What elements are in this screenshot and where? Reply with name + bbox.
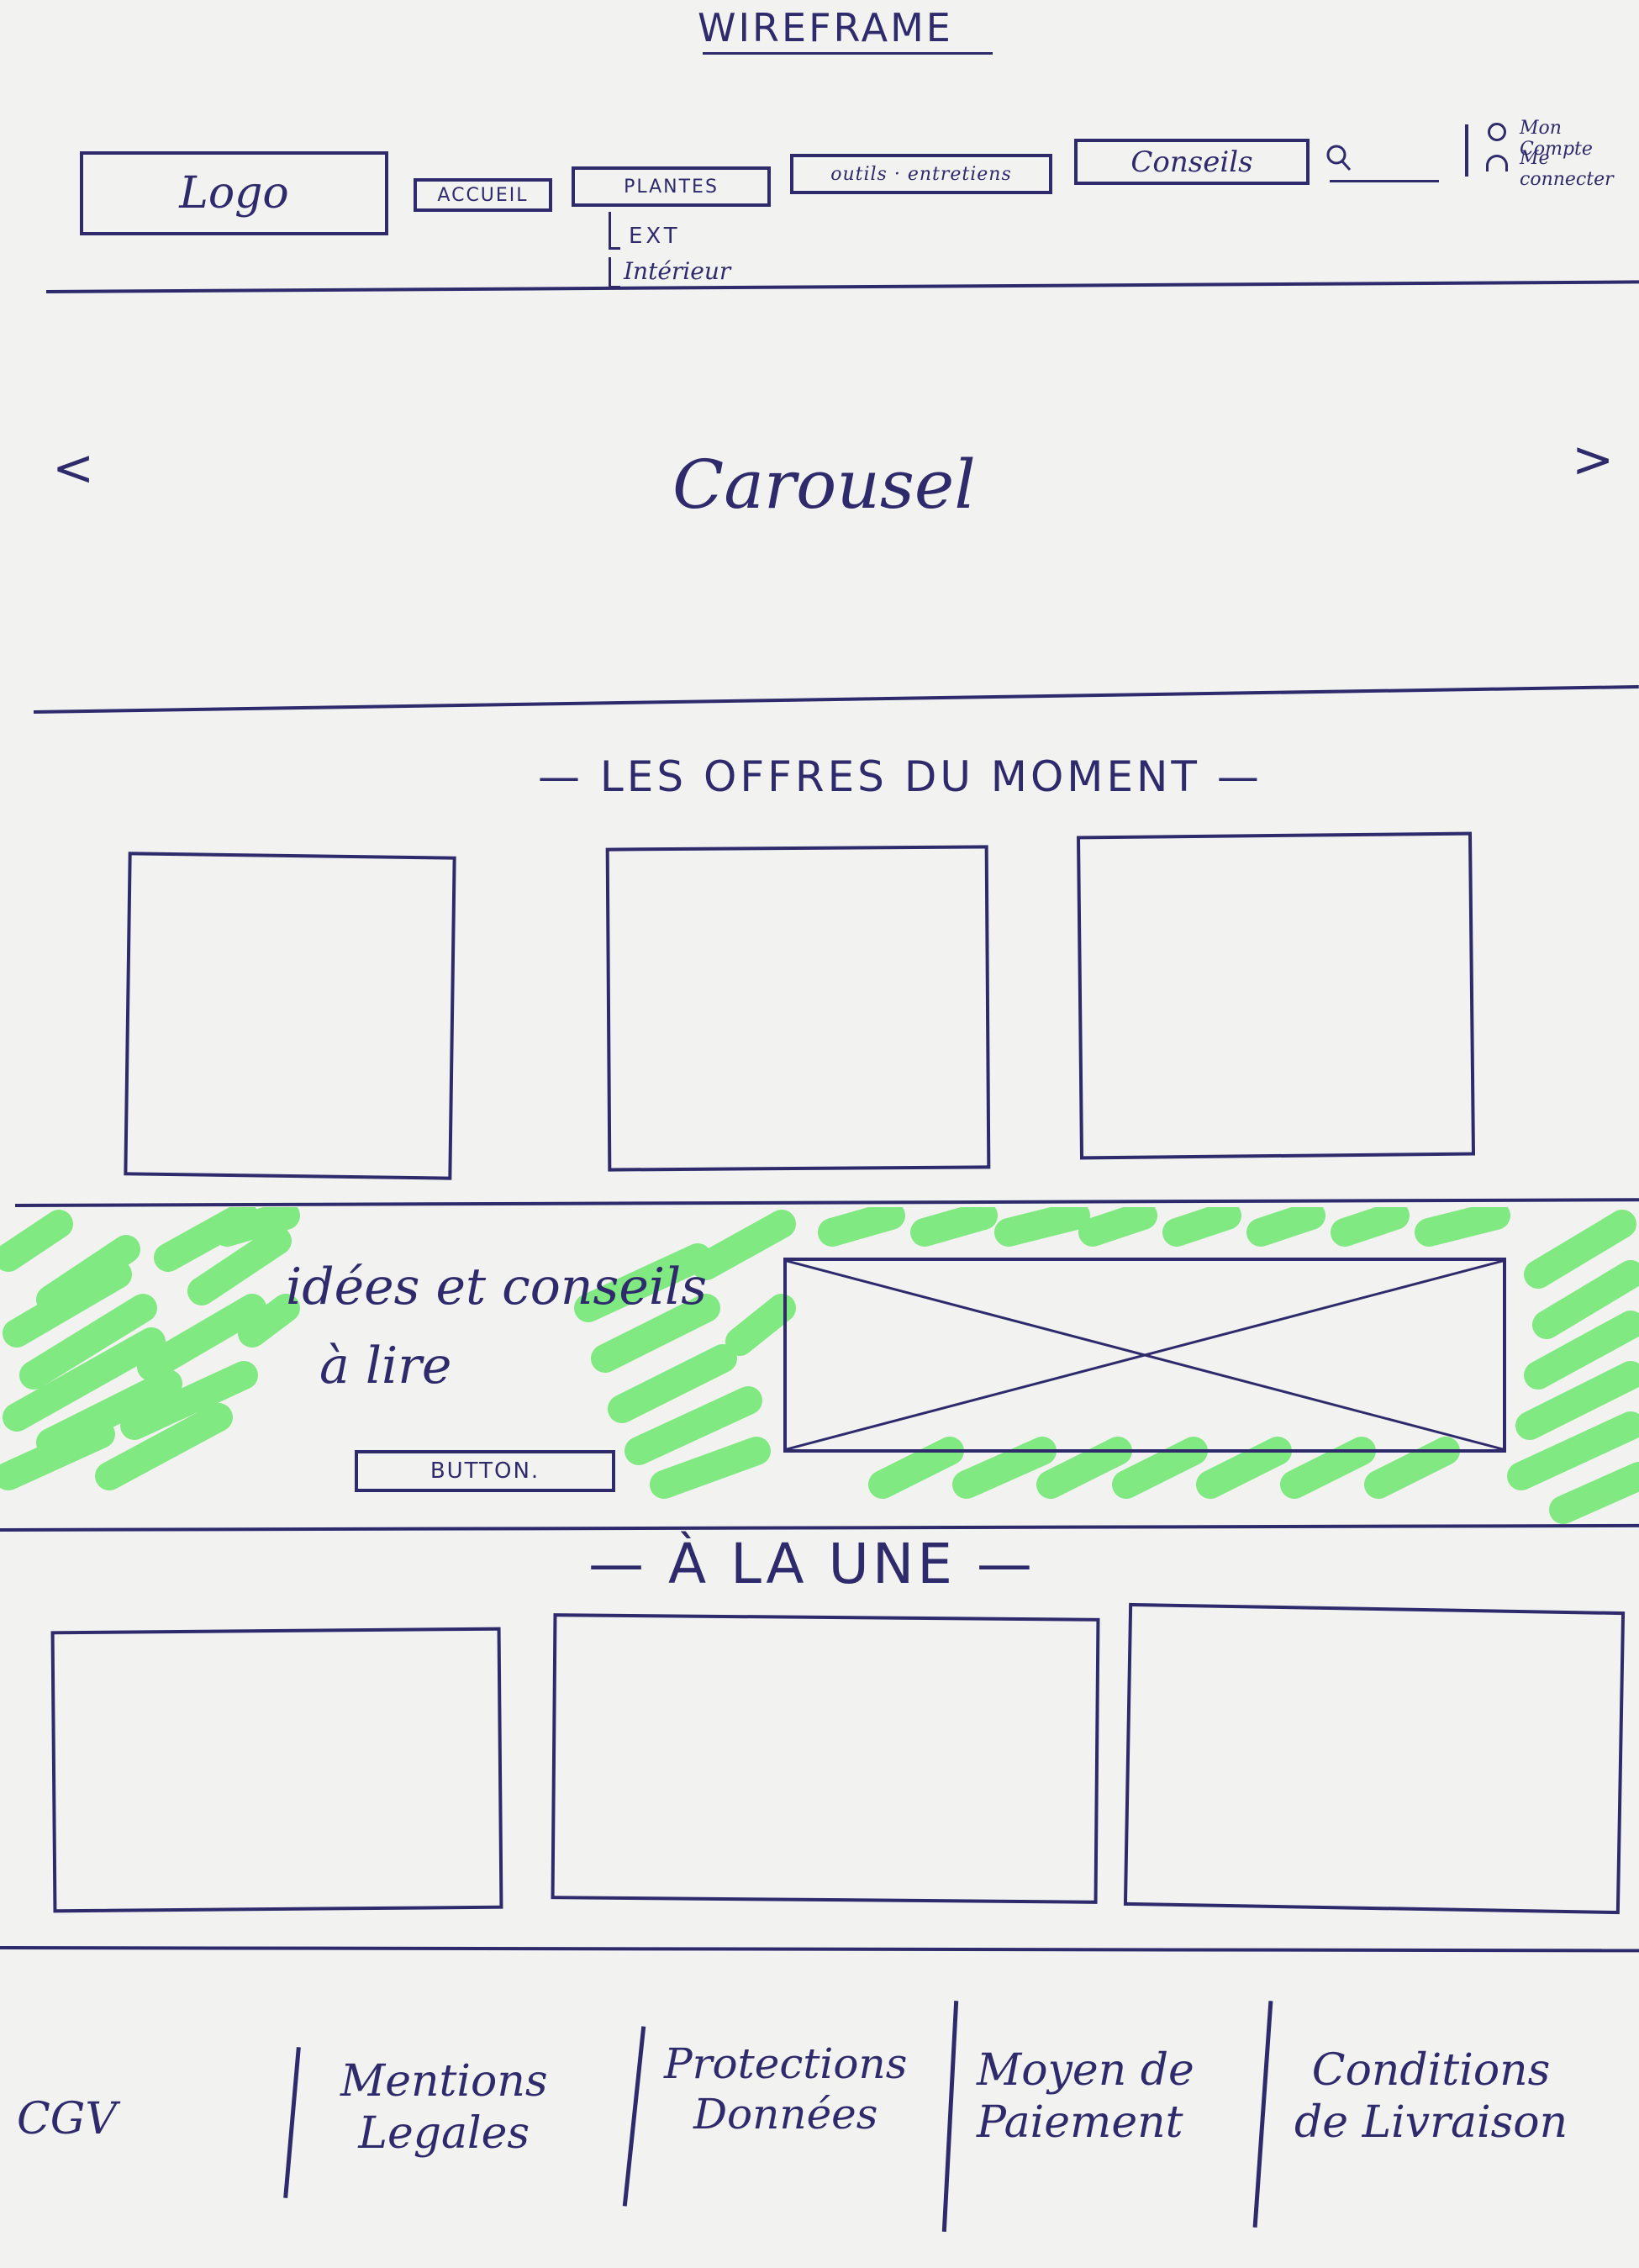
highlighter-stroke xyxy=(725,1294,796,1356)
footer-link-text: Moyen de xyxy=(977,2045,1194,2096)
highlighter-stroke xyxy=(952,1437,1057,1499)
highlighter-stroke xyxy=(137,1294,266,1381)
footer-link-cgv[interactable]: CGV xyxy=(17,2093,117,2145)
footer-link-text: Conditions xyxy=(1311,2045,1551,2096)
offre-card[interactable] xyxy=(124,852,456,1180)
footer-separator xyxy=(1252,2001,1273,2228)
footer-link-text: Données xyxy=(693,2090,878,2139)
footer-link-conditions-livraison[interactable]: Conditions de Livraison xyxy=(1294,2044,1568,2149)
highlighter-stroke xyxy=(650,1437,771,1499)
footer-link-text: de Livraison xyxy=(1294,2097,1568,2149)
highlighter-stroke xyxy=(1415,1207,1510,1247)
footer-link-text: Protections xyxy=(664,2039,908,2088)
footer-separator xyxy=(283,2047,301,2198)
footer-link-text: Mentions xyxy=(340,2056,548,2107)
footer-link-protections-donnees[interactable]: Protections Données xyxy=(664,2039,907,2139)
nav-plantes-button[interactable]: PLANTES xyxy=(572,166,771,207)
submenu-branch-line xyxy=(609,257,611,287)
logo[interactable]: Logo xyxy=(80,151,388,235)
highlighter-stroke xyxy=(818,1207,905,1247)
submenu-item-interieur[interactable]: Intérieur xyxy=(624,257,730,285)
user-icon xyxy=(1488,123,1506,141)
offre-card[interactable] xyxy=(605,845,991,1172)
highlighter-stroke xyxy=(0,1420,115,1490)
idees-button-label: BUTTON. xyxy=(430,1458,540,1484)
footer-separator xyxy=(622,2026,646,2207)
nav-conseils-label: Conseils xyxy=(1130,145,1253,179)
footer-link-text: CGV xyxy=(17,2094,117,2144)
image-placeholder-icon xyxy=(786,1259,1504,1451)
carousel-prev-button[interactable]: < xyxy=(52,439,94,498)
highlighter-stroke xyxy=(910,1207,998,1247)
footer-link-moyen-paiement[interactable]: Moyen de Paiement xyxy=(977,2044,1194,2149)
highlighter-stroke xyxy=(1112,1437,1208,1499)
footer-link-text: Paiement xyxy=(977,2097,1183,2149)
highlighter-stroke xyxy=(1036,1437,1132,1499)
account-link-me-connecter[interactable]: Me connecter xyxy=(1520,148,1639,190)
logo-label: Logo xyxy=(179,168,289,219)
highlighter-stroke xyxy=(1196,1437,1292,1499)
carousel-placeholder: Carousel xyxy=(672,446,976,524)
highlighter-stroke xyxy=(1549,1462,1639,1524)
highlighter-stroke xyxy=(692,1210,796,1280)
highlighter-stroke xyxy=(1280,1437,1376,1499)
nav-accueil-label: ACCUEIL xyxy=(437,184,529,206)
title-underline xyxy=(703,52,993,55)
une-card[interactable] xyxy=(50,1627,503,1913)
idees-heading-line2: à lire xyxy=(319,1337,452,1395)
page-title: WIREFRAME xyxy=(698,5,953,50)
section-divider xyxy=(14,1198,1639,1207)
submenu-item-ext[interactable]: EXT xyxy=(629,224,681,249)
une-card[interactable] xyxy=(1123,1602,1626,1915)
offre-card[interactable] xyxy=(1076,831,1476,1160)
highlighter-stroke xyxy=(994,1207,1090,1247)
highlighter-stroke xyxy=(1364,1437,1460,1499)
une-section-title: — À LA UNE — xyxy=(588,1532,1036,1596)
nav-outils-label: outils · entretiens xyxy=(830,163,1012,185)
footer-divider xyxy=(0,1946,1639,1953)
footer-separator xyxy=(941,2001,959,2232)
footer-link-mentions-legales[interactable]: Mentions Legales xyxy=(340,2055,548,2160)
highlighter-stroke xyxy=(1162,1207,1241,1247)
carousel-divider xyxy=(33,684,1639,714)
highlighter-stroke xyxy=(1331,1207,1410,1247)
highlighter-stroke xyxy=(213,1207,300,1247)
offres-section-title: — LES OFFRES DU MOMENT — xyxy=(538,752,1262,801)
une-card[interactable] xyxy=(551,1613,1100,1904)
nav-accueil-button[interactable]: ACCUEIL xyxy=(414,178,552,212)
footer-link-text: Legales xyxy=(358,2108,530,2160)
idees-button[interactable]: BUTTON. xyxy=(355,1450,615,1492)
search-icon[interactable] xyxy=(1325,141,1353,182)
idees-image-placeholder xyxy=(783,1258,1506,1453)
header-divider xyxy=(45,280,1639,293)
nav-outils-entretiens-button[interactable]: outils · entretiens xyxy=(790,154,1052,194)
highlighter-stroke xyxy=(1524,1210,1636,1289)
highlighter-stroke xyxy=(1246,1207,1325,1247)
search-input[interactable] xyxy=(1330,180,1439,182)
highlighter-stroke xyxy=(868,1437,964,1499)
submenu-branch-line xyxy=(609,247,620,250)
nav-plantes-label: PLANTES xyxy=(624,176,719,198)
highlighter-stroke xyxy=(608,1344,737,1423)
user-icon xyxy=(1486,155,1508,171)
highlighter-stroke xyxy=(0,1210,73,1272)
idees-heading-line1: idées et conseils xyxy=(286,1258,708,1316)
carousel-next-button[interactable]: > xyxy=(1572,430,1614,489)
account-divider xyxy=(1465,124,1468,177)
nav-conseils-button[interactable]: Conseils xyxy=(1074,139,1310,185)
submenu-branch-line xyxy=(609,212,611,249)
highlighter-stroke xyxy=(238,1294,300,1348)
highlighter-stroke xyxy=(1078,1207,1157,1247)
